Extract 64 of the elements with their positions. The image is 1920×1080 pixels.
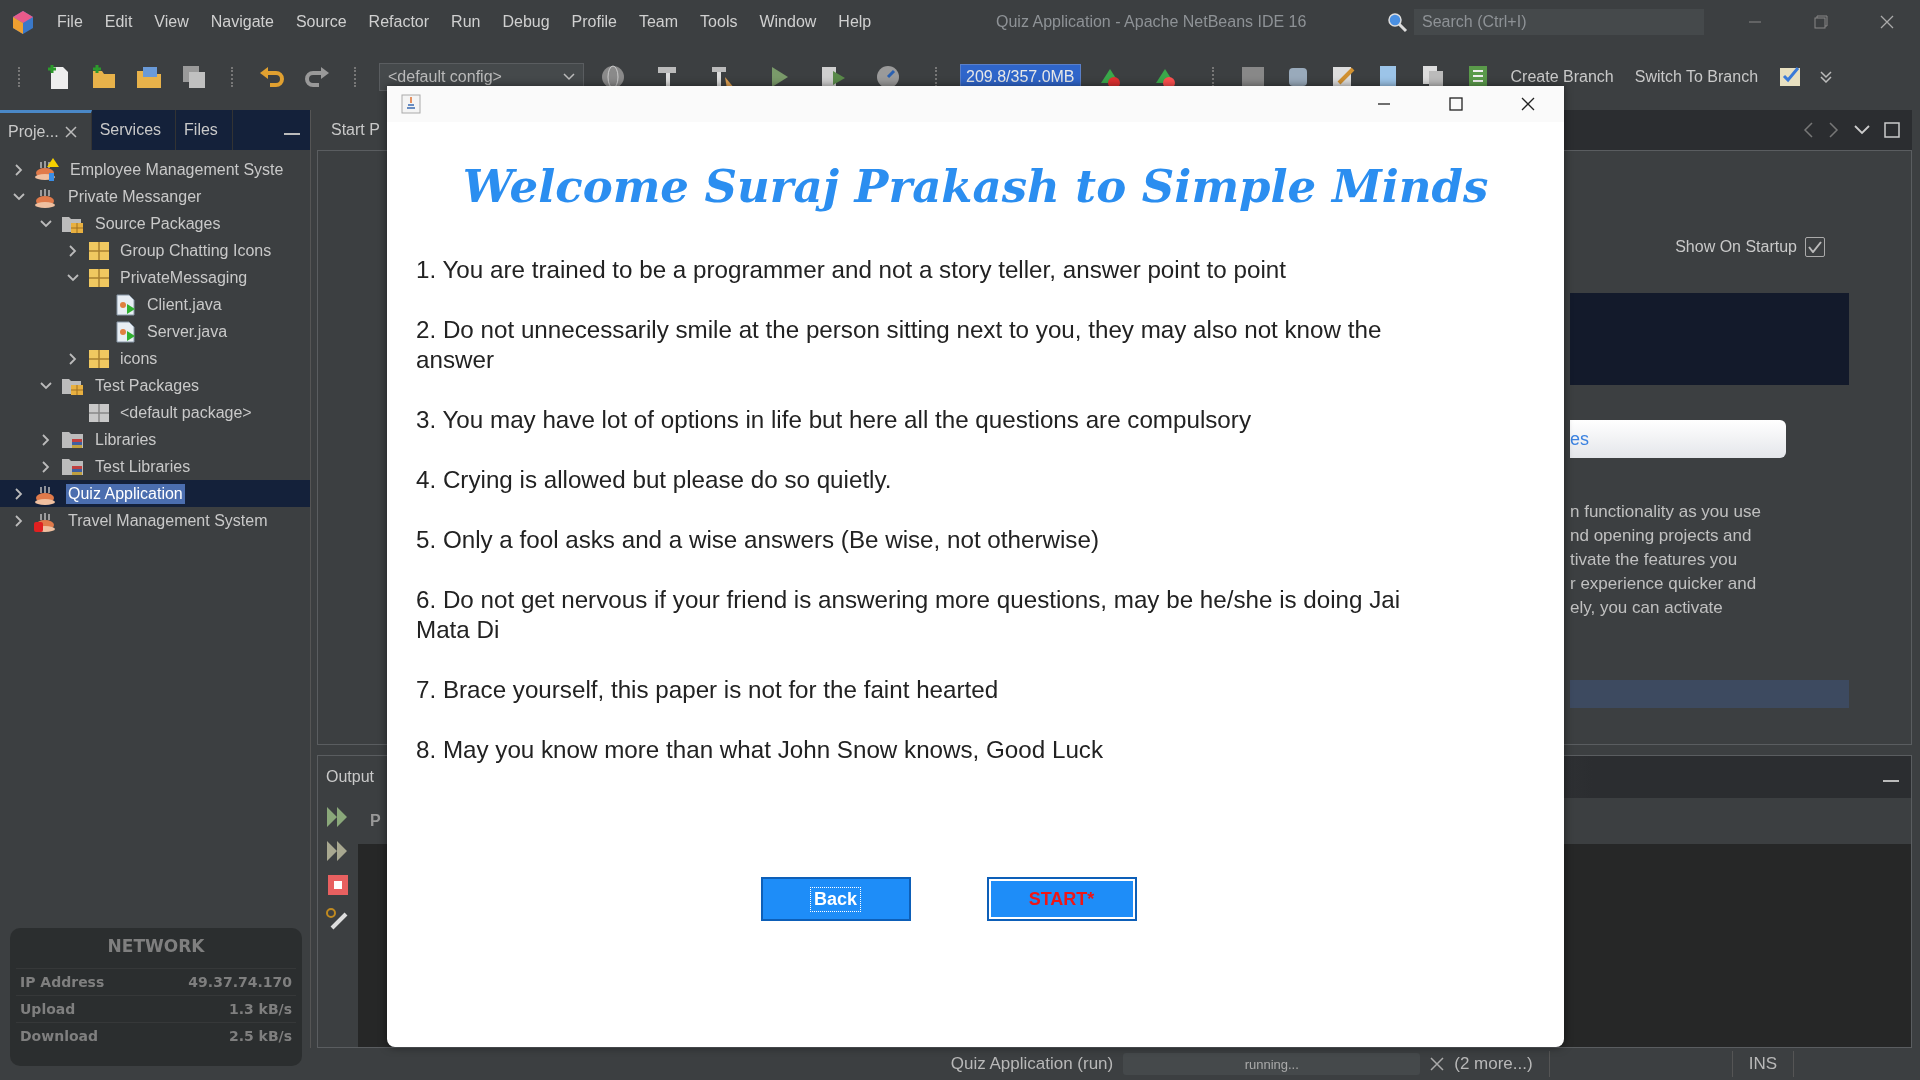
- tree-item[interactable]: Group Chatting Icons: [0, 237, 310, 264]
- stat-label: Upload: [20, 1001, 76, 1017]
- panel-tab[interactable]: Proje...: [0, 110, 92, 150]
- output-title: Output: [326, 768, 375, 786]
- task-status-field: running...: [1123, 1053, 1421, 1075]
- more-tasks-link[interactable]: (2 more...): [1454, 1054, 1533, 1074]
- rule-text: 1. You are trained to be a programmer and not a story teller, answer point to point: [416, 255, 1287, 285]
- menu-item[interactable]: Tools: [689, 13, 749, 31]
- panel-tab[interactable]: Services: [91, 110, 177, 150]
- tree-item[interactable]: Source Packages: [0, 210, 310, 237]
- text-line: n functionality as you use: [1570, 501, 1762, 523]
- rule-text: 3. You may have lot of options in life but here all the questions are compulsory: [416, 405, 1252, 435]
- rule-text: 5. Only a fool asks and a wise answers (Be wise, not otherwise): [416, 525, 1100, 555]
- search-field[interactable]: Search (Ctrl+I): [1414, 9, 1704, 35]
- stat-value: 2.5 kB/s: [228, 1028, 292, 1044]
- text-line: r experience quicker and: [1570, 573, 1758, 595]
- welcome-heading: Welcome Suraj Prakash to Simple Minds: [461, 160, 1490, 213]
- stat-value: 1.3 kB/s: [228, 1001, 292, 1017]
- menu-item[interactable]: Source: [284, 13, 358, 31]
- menu-item[interactable]: Run: [440, 13, 492, 31]
- menu-item[interactable]: Team: [627, 13, 690, 31]
- tree-item[interactable]: Libraries: [0, 426, 310, 453]
- stat-label: Download: [20, 1028, 99, 1044]
- window-title: Quiz Application - Apache NetBeans IDE 16: [996, 13, 1308, 31]
- tree-item[interactable]: icons: [0, 345, 310, 372]
- menu-item[interactable]: Profile: [560, 13, 628, 31]
- panel-tab[interactable]: Files: [176, 110, 233, 150]
- rule-text: 2. Do not unnecessarily smile at the person sitting next to you, they may also not know the answer: [416, 315, 1383, 375]
- insert-mode: INS: [1748, 1054, 1777, 1074]
- task-label: Quiz Application (run): [950, 1054, 1114, 1074]
- tree-item[interactable]: Test Packages: [0, 372, 310, 399]
- tree-item[interactable]: Client.java: [0, 291, 310, 318]
- stat-label: IP Address: [20, 974, 105, 990]
- tree-item[interactable]: PrivateMessaging: [0, 264, 310, 291]
- menu-item[interactable]: Help: [827, 13, 883, 31]
- menu-item[interactable]: Debug: [491, 13, 561, 31]
- tree-item[interactable]: Private Messanger: [0, 183, 310, 210]
- switch-branch-button[interactable]: Switch To Branch: [1630, 68, 1763, 86]
- output-tab[interactable]: P: [370, 812, 381, 830]
- rule-text: 7. Brace yourself, this paper is not for the faint hearted: [416, 675, 1000, 705]
- tree-item[interactable]: Travel Management System: [0, 507, 310, 534]
- show-on-startup-label: Show On Startup: [1675, 238, 1797, 256]
- menu-item[interactable]: Edit: [93, 13, 144, 31]
- tree-item[interactable]: Test Libraries: [0, 453, 310, 480]
- menu-item[interactable]: Refactor: [357, 13, 441, 31]
- menu-item[interactable]: View: [143, 13, 200, 31]
- rule-text: 8. May you know more than what John Snow knows, Good Luck: [416, 735, 1105, 765]
- tree-item[interactable]: Employee Management Syste: [0, 156, 310, 183]
- widget-title: NETWORK: [106, 936, 206, 956]
- menu-item[interactable]: Window: [748, 13, 828, 31]
- create-branch-button[interactable]: Create Branch: [1506, 68, 1618, 86]
- rule-text: 4. Crying is allowed but please do so quietly.: [416, 465, 893, 495]
- stat-value: 49.37.74.170: [188, 974, 292, 990]
- tree-item[interactable]: Server.java: [0, 318, 310, 345]
- tree-item[interactable]: <default package>: [0, 399, 310, 426]
- text-line: ely, you can activate: [1570, 597, 1724, 619]
- tree-item[interactable]: Quiz Application: [0, 480, 310, 507]
- rule-text: 6. Do not get nervous if your friend is answering more questions, may be he/she is doing Jai Mata Di: [416, 585, 1402, 645]
- link-button[interactable]: es: [1570, 420, 1786, 458]
- menu-item[interactable]: File: [46, 13, 94, 31]
- text-line: tivate the features you: [1570, 549, 1739, 571]
- text-line: nd opening projects and: [1570, 525, 1753, 547]
- back-button[interactable]: Back: [760, 877, 911, 921]
- menu-item[interactable]: Navigate: [199, 13, 285, 31]
